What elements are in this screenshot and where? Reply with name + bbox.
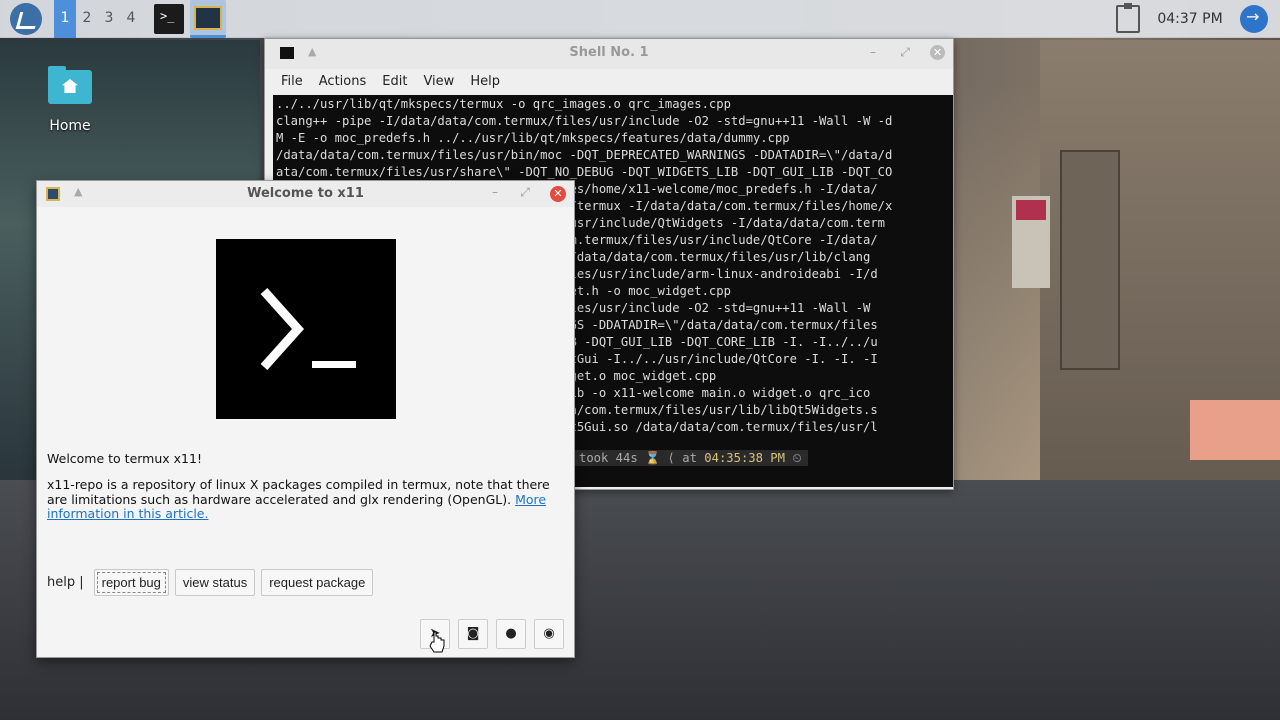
- shell-prompt: took 44s ⌛ ⟨ at 04:35:38 PM ⏲: [573, 450, 808, 466]
- maximize-icon[interactable]: ⤢: [897, 45, 913, 61]
- welcome-window[interactable]: ▲ Welcome to x11 – ⤢ ✕ Welcome to termux…: [36, 180, 575, 658]
- termux-logo: [216, 239, 396, 419]
- terminal-line: /data/data/com.termux/files/usr/bin/moc …: [276, 148, 893, 162]
- terminal-titlebar[interactable]: ▲ Shell No. 1 – ⤢ ✕: [265, 39, 953, 69]
- clipboard-icon[interactable]: [1116, 3, 1140, 33]
- home-folder-icon: [48, 66, 92, 104]
- view-status-button[interactable]: view status: [174, 569, 256, 596]
- workspace-3[interactable]: 3: [98, 0, 120, 38]
- prompt-at: at: [682, 451, 697, 465]
- terminal-line: ata/com.termux/files/usr/share\" -DQT_NO…: [276, 165, 893, 179]
- wallpaper-awning: [1190, 400, 1280, 460]
- close-icon[interactable]: ✕: [930, 45, 945, 60]
- taskbar-x11-welcome-icon[interactable]: [190, 0, 226, 38]
- minimize-icon[interactable]: –: [487, 185, 503, 201]
- menu-file[interactable]: File: [273, 69, 311, 95]
- help-row: help | report bug view status request pa…: [47, 569, 374, 596]
- hand-cursor-icon: [429, 631, 445, 653]
- reddit-button[interactable]: ●: [496, 619, 526, 649]
- wallpaper-sign: [1060, 150, 1120, 370]
- menu-view[interactable]: View: [415, 69, 462, 95]
- terminal-menubar: File Actions Edit View Help: [265, 69, 953, 95]
- request-package-button[interactable]: request package: [261, 569, 374, 596]
- report-bug-button[interactable]: report bug: [93, 569, 169, 596]
- github-button[interactable]: ◉: [534, 619, 564, 649]
- menu-edit[interactable]: Edit: [374, 69, 415, 95]
- terminal-line: M -E -o moc_predefs.h ../../usr/lib/qt/m…: [276, 131, 790, 145]
- terminal-line: ../../usr/lib/qt/mkspecs/termux -o qrc_i…: [276, 97, 731, 111]
- wallpaper-sign-red: [1016, 200, 1046, 220]
- welcome-description: x11-repo is a repository of linux X pack…: [47, 477, 567, 522]
- menu-help[interactable]: Help: [462, 69, 508, 95]
- terminal-line: clang++ -pipe -I/data/data/com.termux/fi…: [276, 114, 893, 128]
- prompt-time: 04:35:38 PM: [704, 451, 785, 465]
- welcome-heading: Welcome to termux x11!: [47, 451, 202, 466]
- description-text: x11-repo is a repository of linux X pack…: [47, 477, 550, 507]
- clock[interactable]: 04:37 PM: [1150, 0, 1230, 38]
- welcome-titlebar[interactable]: ▲ Welcome to x11 – ⤢ ✕: [37, 181, 574, 207]
- discord-icon: ◙: [466, 626, 480, 641]
- workspace-2[interactable]: 2: [76, 0, 98, 38]
- home-label: Home: [49, 118, 91, 134]
- prompt-chevron-icon: [260, 287, 304, 371]
- terminal-title: Shell No. 1: [569, 45, 649, 60]
- reddit-icon: ●: [505, 626, 517, 641]
- logout-icon[interactable]: [1240, 5, 1268, 33]
- prompt-underscore-icon: [312, 361, 356, 368]
- desktop-home-icon[interactable]: Home: [38, 66, 102, 134]
- workspace-4[interactable]: 4: [120, 0, 142, 38]
- minimize-icon[interactable]: –: [865, 45, 881, 61]
- app-launcher-icon[interactable]: [10, 3, 42, 35]
- help-label: help |: [47, 575, 84, 590]
- maximize-icon[interactable]: ⤢: [517, 185, 533, 201]
- discord-button[interactable]: ◙: [458, 619, 488, 649]
- github-icon: ◉: [543, 626, 555, 641]
- close-icon[interactable]: ✕: [550, 186, 566, 202]
- prompt-took: took 44s: [579, 451, 638, 465]
- top-panel: 1 2 3 4 04:37 PM: [0, 0, 1280, 38]
- workspace-1[interactable]: 1: [54, 0, 76, 38]
- menu-actions[interactable]: Actions: [311, 69, 375, 95]
- taskbar-terminal-icon[interactable]: [154, 4, 184, 34]
